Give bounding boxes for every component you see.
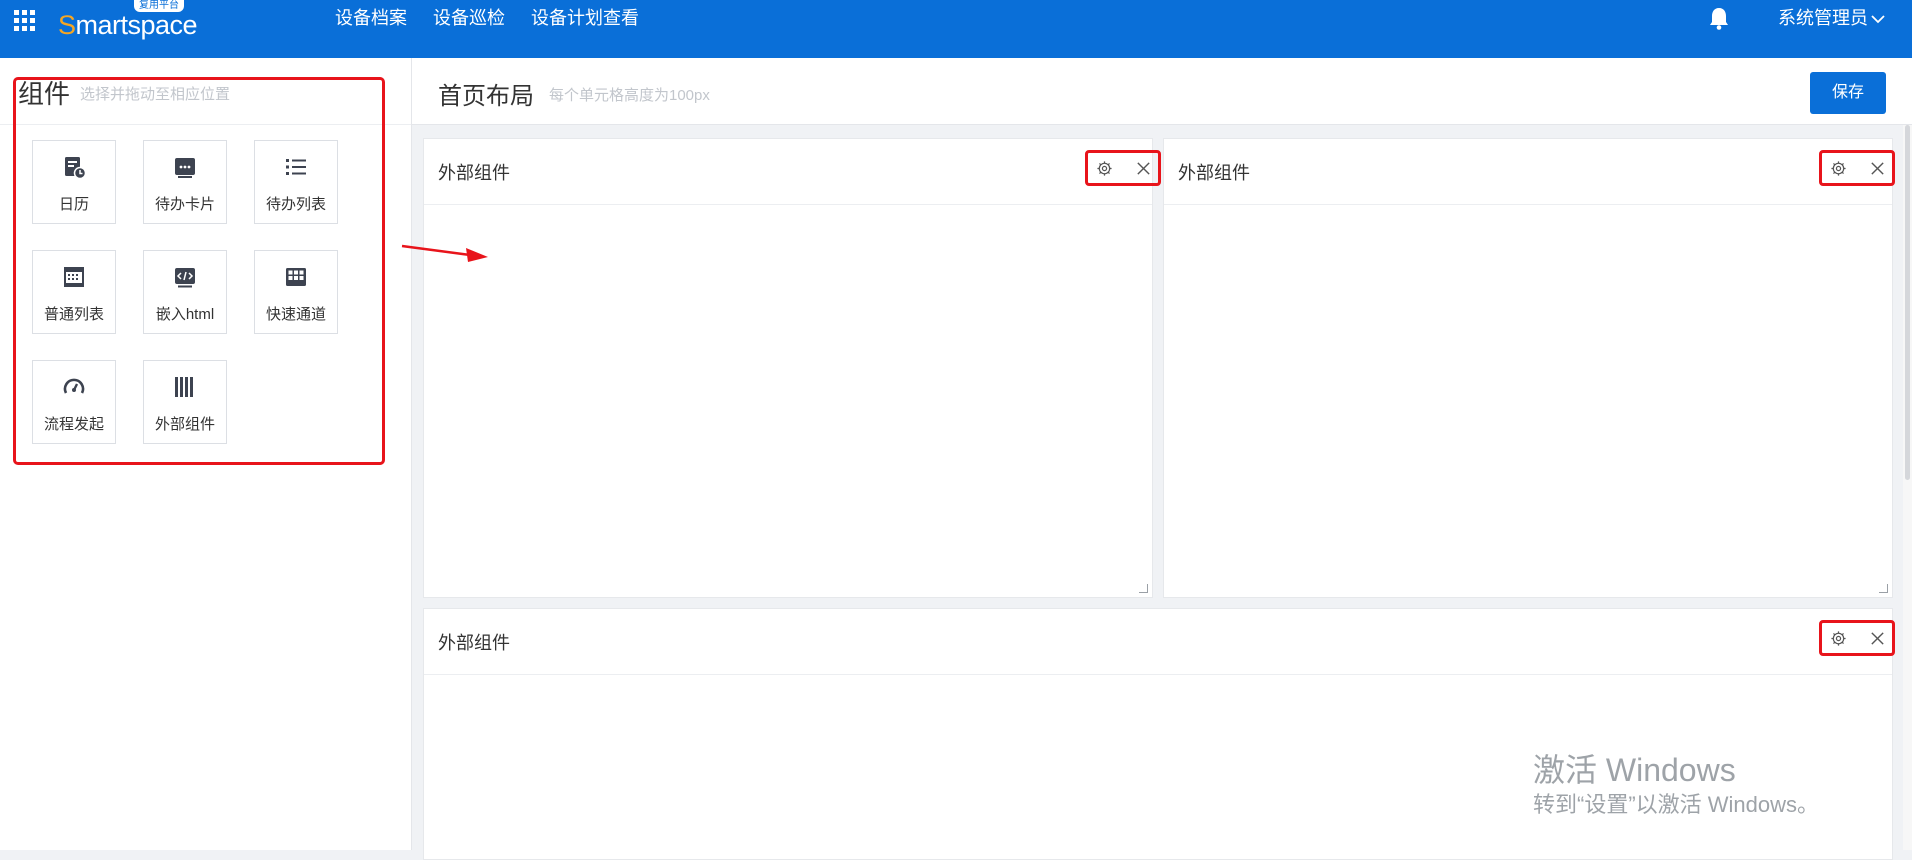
bell-icon[interactable] bbox=[1708, 6, 1730, 30]
main-nav: 设备档案 设备巡检 设备计划查看 bbox=[322, 0, 652, 36]
widget-header: 外部组件 bbox=[1164, 139, 1895, 205]
widget-title: 外部组件 bbox=[438, 163, 510, 183]
windows-watermark-title: 激活 Windows bbox=[1533, 752, 1736, 788]
close-icon[interactable] bbox=[1869, 160, 1886, 177]
user-name: 系统管理员 bbox=[1778, 8, 1868, 28]
layout-canvas: 外部组件 外部组件 外部组件 bbox=[412, 125, 1900, 860]
chevron-down-icon bbox=[1871, 15, 1885, 24]
widget-tools bbox=[1819, 150, 1895, 186]
gear-icon[interactable] bbox=[1096, 160, 1113, 177]
highlight-box-components bbox=[13, 77, 385, 465]
windows-watermark-subtitle: 转到“设置”以激活 Windows。 bbox=[1533, 792, 1820, 817]
top-bar: Smartspace 复用平台 设备档案 设备巡检 设备计划查看 系统管理员 bbox=[0, 0, 1912, 58]
widget-external-2[interactable]: 外部组件 bbox=[1163, 138, 1895, 598]
scrollbar-thumb[interactable] bbox=[1905, 125, 1910, 480]
resize-handle[interactable] bbox=[1879, 584, 1888, 593]
nav-item-equipment-plan[interactable]: 设备计划查看 bbox=[518, 0, 652, 36]
widget-title: 外部组件 bbox=[1178, 163, 1250, 183]
save-button[interactable]: 保存 bbox=[1810, 72, 1886, 114]
close-icon[interactable] bbox=[1869, 630, 1886, 647]
widget-header: 外部组件 bbox=[424, 139, 1161, 205]
resize-handle[interactable] bbox=[1139, 584, 1148, 593]
user-menu[interactable]: 系统管理员 bbox=[1778, 0, 1885, 36]
nav-item-equipment-archive[interactable]: 设备档案 bbox=[322, 0, 420, 36]
layout-header: 首页布局 每个单元格高度为100px 保存 bbox=[412, 58, 1912, 125]
close-icon[interactable] bbox=[1135, 160, 1152, 177]
gear-icon[interactable] bbox=[1830, 630, 1847, 647]
logo-initial: S bbox=[58, 10, 76, 40]
page-hint: 每个单元格高度为100px bbox=[549, 87, 710, 104]
widget-tools bbox=[1085, 150, 1161, 186]
widget-external-3[interactable]: 外部组件 bbox=[423, 608, 1895, 860]
widget-external-1[interactable]: 外部组件 bbox=[423, 138, 1161, 598]
widget-header: 外部组件 bbox=[424, 609, 1895, 675]
logo-badge: 复用平台 bbox=[134, 0, 184, 12]
widget-title: 外部组件 bbox=[438, 633, 510, 653]
gear-icon[interactable] bbox=[1830, 160, 1847, 177]
arrow-annotation-icon bbox=[401, 244, 488, 262]
apps-grid-icon[interactable] bbox=[14, 10, 35, 31]
nav-item-equipment-inspection[interactable]: 设备巡检 bbox=[420, 0, 518, 36]
logo-text: martspace bbox=[75, 10, 198, 40]
page-title: 首页布局 bbox=[438, 83, 534, 110]
logo[interactable]: Smartspace bbox=[58, 8, 198, 42]
widget-tools bbox=[1819, 620, 1895, 656]
vertical-scrollbar[interactable] bbox=[1903, 125, 1912, 850]
